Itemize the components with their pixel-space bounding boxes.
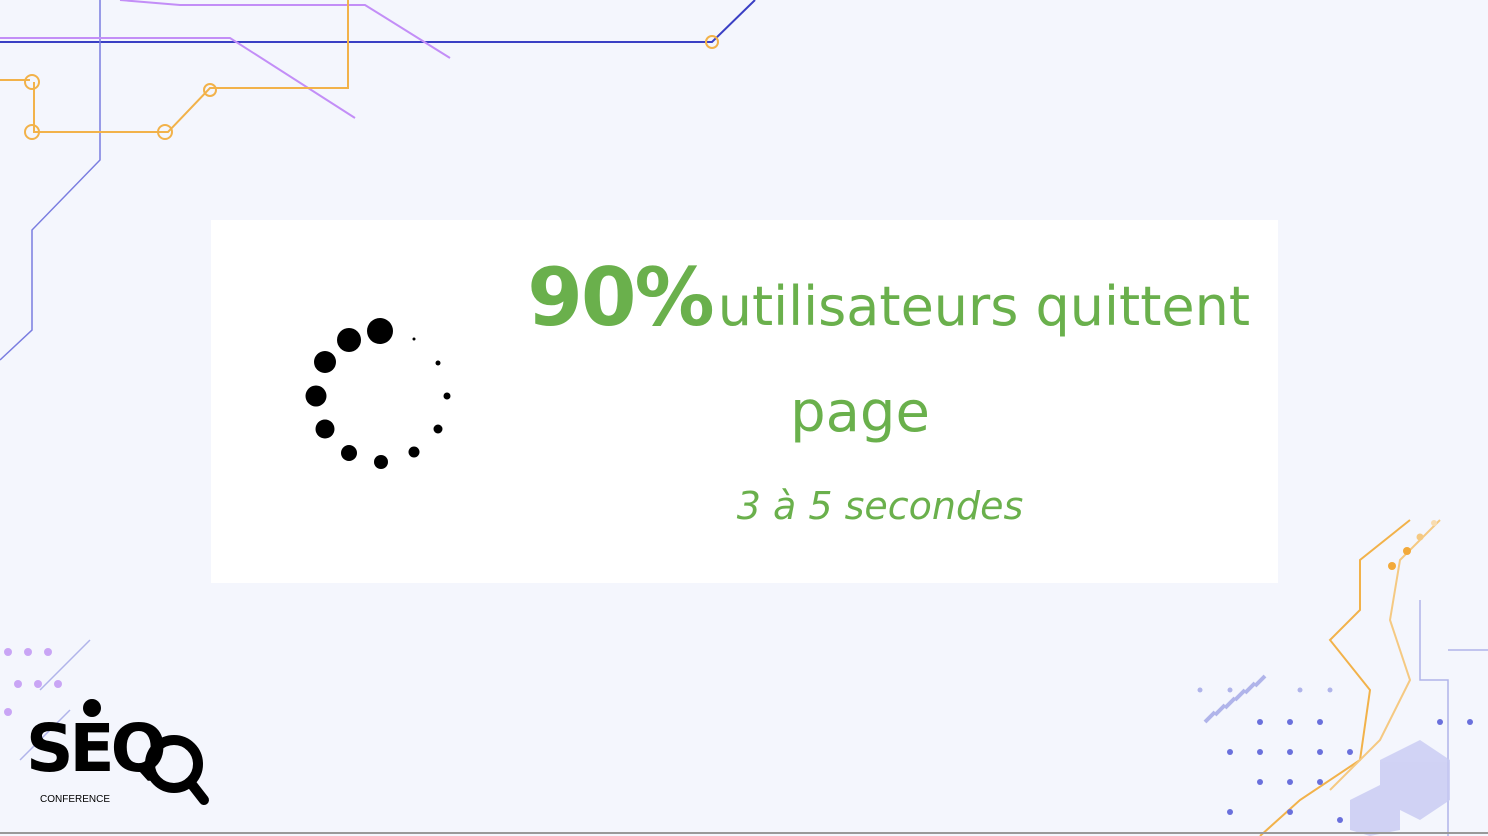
stat-text: utilisateurs quittent [717,275,1250,338]
stat-value: 90% [527,251,714,344]
seq-conference-logo: SEQ CONFERENCE [26,698,216,808]
stat-text-line2: page [790,380,930,445]
logo-tagline: CONFERENCE [40,794,111,805]
magnifier-icon [83,699,209,805]
headline: 90% utilisateurs quittent [480,258,1250,338]
loading-spinner-icon [305,318,451,469]
slide-bottom-border [0,832,1488,834]
subtitle: 3 à 5 secondes [736,484,1024,528]
